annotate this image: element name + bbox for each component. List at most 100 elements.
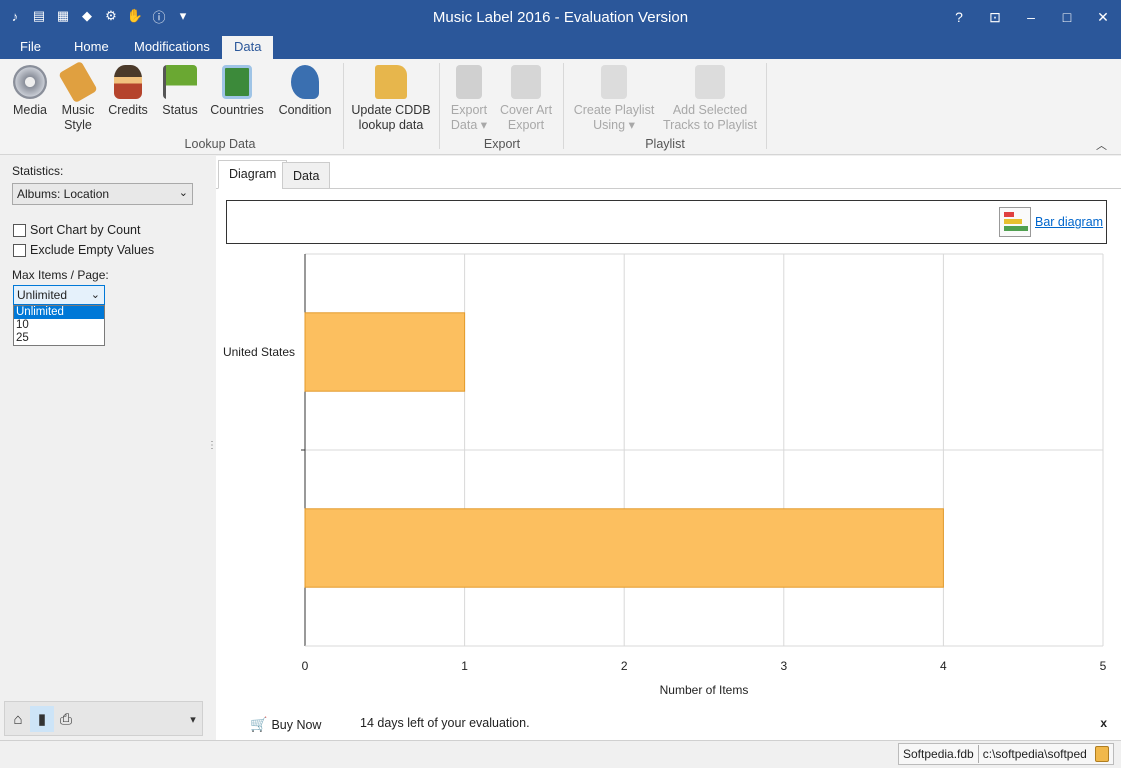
export-icon: [456, 65, 482, 99]
status-button[interactable]: Status: [158, 65, 202, 118]
left-panel-footer: ⌂ ▮ ⎙ ▾: [4, 701, 203, 736]
left-panel: Statistics: Albums: Location ⌄ Sort Char…: [0, 156, 205, 740]
group-lookup-data: Lookup Data: [184, 137, 256, 151]
group-export: Export: [483, 137, 521, 151]
flag-icon: [163, 65, 197, 99]
create-playlist-button[interactable]: Create Playlist Using ▾: [572, 65, 656, 133]
cover-art-label-2: Export: [507, 118, 545, 132]
max-items-value: Unlimited: [17, 288, 68, 302]
close-evaluation-button[interactable]: x: [1100, 716, 1107, 730]
export-data-button[interactable]: Export Data ▾: [446, 65, 492, 133]
sort-chart-label: Sort Chart by Count: [30, 223, 141, 237]
category-label: United States: [223, 345, 295, 359]
buy-now-label: Buy Now: [271, 717, 322, 732]
media-button[interactable]: Media: [8, 65, 52, 118]
bar-diagram-link[interactable]: Bar diagram: [1035, 215, 1103, 229]
buy-now-button[interactable]: 🛒 Buy Now: [250, 716, 321, 733]
cover-art-label-1: Cover Art: [499, 103, 553, 117]
status-panel: Softpedia.fdb c:\softpedia\softped: [898, 743, 1114, 765]
bar-1: [304, 508, 944, 588]
ribbon-tabs: File Home Modifications Data: [0, 36, 1121, 59]
x-tick-label: 3: [780, 659, 787, 673]
evaluation-text: 14 days left of your evaluation.: [360, 716, 530, 730]
add-selected-tracks-button[interactable]: Add Selected Tracks to Playlist: [662, 65, 758, 133]
export-data-label-2: Data: [450, 118, 478, 132]
playlist-icon: [601, 65, 627, 99]
condition-button[interactable]: Condition: [274, 65, 336, 118]
option-25[interactable]: 25: [14, 332, 104, 345]
bar-chart-icon[interactable]: ▮: [30, 706, 54, 732]
tab-home[interactable]: Home: [62, 36, 121, 59]
folder-globe-icon: [375, 65, 407, 99]
cddb-label-2: lookup data: [358, 118, 424, 132]
database-icon[interactable]: [1094, 746, 1109, 762]
tab-file[interactable]: File: [8, 36, 53, 59]
credits-label: Credits: [108, 103, 148, 117]
x-tick-label: 2: [621, 659, 628, 673]
window-controls: ? ⊡ – □ ✕: [941, 0, 1121, 34]
statistics-label: Statistics:: [12, 164, 64, 178]
ribbon: Media Music Style Credits Status Countri…: [0, 59, 1121, 155]
statistics-value: Albums: Location: [17, 187, 110, 201]
group-playlist: Playlist: [645, 137, 685, 151]
collapse-ribbon-icon[interactable]: ︿: [1096, 137, 1107, 153]
tab-data-view[interactable]: Data: [282, 162, 331, 189]
create-playlist-label-1: Create Playlist: [573, 103, 655, 117]
option-unlimited[interactable]: Unlimited: [14, 306, 104, 319]
print-icon[interactable]: ⎙: [54, 706, 78, 732]
exclude-empty-checkbox[interactable]: Exclude Empty Values: [13, 243, 154, 257]
minimize-button[interactable]: –: [1013, 0, 1049, 34]
map-icon: [222, 65, 252, 99]
help-button[interactable]: ?: [941, 0, 977, 34]
add-selected-label-2: Tracks to Playlist: [662, 118, 757, 132]
max-items-dropdown-list: Unlimited 10 25: [13, 305, 105, 346]
chevron-down-icon: ⌄: [178, 187, 188, 199]
x-tick-label: 1: [461, 659, 468, 673]
ribbon-separator: [343, 63, 344, 149]
tab-diagram[interactable]: Diagram: [218, 160, 288, 189]
max-items-select[interactable]: Unlimited ⌄: [13, 285, 105, 305]
create-playlist-label-2: Using: [593, 118, 626, 132]
bar-chart: United States 0 1 2 3 4 5 Number of Items: [223, 253, 1107, 697]
option-10[interactable]: 10: [14, 319, 104, 332]
tab-divider: [216, 188, 1121, 189]
music-style-label-1: Music: [61, 103, 95, 117]
music-style-label-2: Style: [64, 118, 92, 132]
cover-art-icon: [511, 65, 541, 99]
credits-button[interactable]: Credits: [106, 65, 150, 118]
media-icon: [13, 65, 47, 99]
title-bar: ♪ ▤ ▦ ◆ ⚙ ✋ ⓘ ▾ Music Label 2016 - Evalu…: [0, 0, 1121, 36]
close-button[interactable]: ✕: [1085, 0, 1121, 34]
add-selected-label-1: Add Selected: [672, 103, 748, 117]
add-list-icon: [695, 65, 725, 99]
bar-0: [304, 312, 466, 392]
maximize-button[interactable]: □: [1049, 0, 1085, 34]
checkbox-box[interactable]: [13, 243, 26, 257]
home-icon[interactable]: ⌂: [6, 706, 30, 732]
sort-chart-checkbox[interactable]: Sort Chart by Count: [13, 223, 140, 237]
evaluation-bar: 🛒 Buy Now 14 days left of your evaluatio…: [216, 710, 1121, 738]
statistics-select[interactable]: Albums: Location ⌄: [12, 183, 193, 205]
music-style-button[interactable]: Music Style: [56, 60, 100, 133]
tab-data[interactable]: Data: [222, 36, 274, 59]
database-path: c:\softpedia\softped: [982, 747, 1087, 761]
countries-label: Countries: [210, 103, 264, 117]
content-panel: Diagram Data Bar diagram United States 0 1…: [216, 156, 1121, 740]
tab-modifications[interactable]: Modifications: [122, 36, 222, 59]
cddb-label-1: Update CDDB: [351, 103, 431, 117]
x-tick-label: 4: [940, 659, 947, 673]
checkbox-box[interactable]: [13, 223, 26, 237]
export-data-label-1: Export: [450, 103, 488, 117]
bar-diagram-icon[interactable]: [999, 207, 1031, 237]
update-cddb-button[interactable]: Update CDDB lookup data: [350, 65, 432, 133]
person-icon: [114, 65, 142, 99]
restore-ribbon-button[interactable]: ⊡: [977, 0, 1013, 34]
max-items-label: Max Items / Page:: [12, 268, 109, 282]
dropdown-icon[interactable]: ▾: [181, 706, 205, 732]
countries-button[interactable]: Countries: [208, 65, 266, 118]
condition-tag-icon: [291, 65, 319, 99]
cover-art-export-button[interactable]: Cover Art Export: [498, 65, 554, 133]
exclude-empty-label: Exclude Empty Values: [30, 243, 155, 257]
tag-icon: [58, 60, 98, 104]
database-name: Softpedia.fdb: [903, 747, 974, 761]
